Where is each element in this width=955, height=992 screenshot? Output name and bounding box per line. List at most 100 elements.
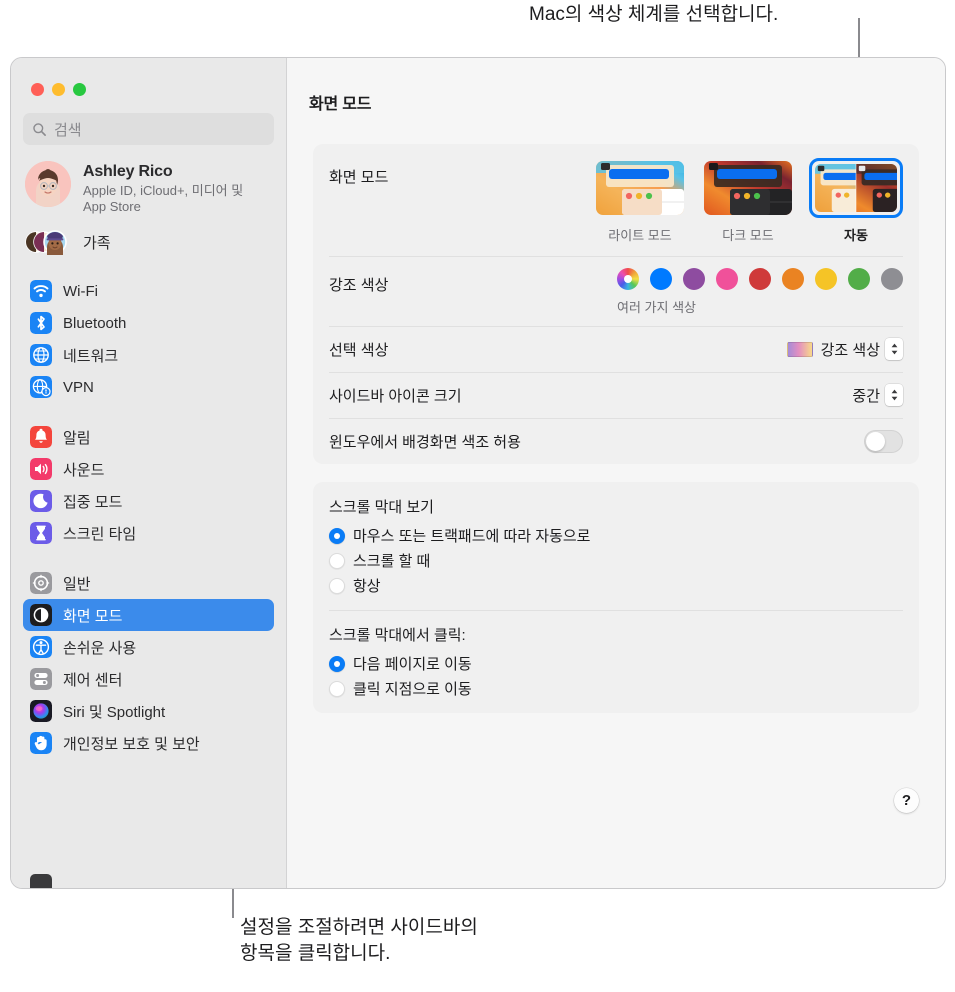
click-scrollbar-title: 스크롤 막대에서 클릭: bbox=[329, 627, 466, 644]
help-button[interactable]: ? bbox=[894, 788, 919, 813]
show-scrollbars-option-2[interactable]: 항상 bbox=[329, 573, 903, 598]
screenshot-root: Mac의 색상 체계를 선택합니다. 설정을 조절하려면 사이드바의 항목을 클… bbox=[0, 0, 955, 992]
sidebar-item-bluetooth[interactable]: Bluetooth bbox=[23, 307, 274, 339]
sidebar-group-0: Wi-Fi Bluetooth 네트워크 VPN bbox=[11, 275, 286, 403]
window-traffic-lights bbox=[11, 58, 286, 96]
toggle-knob bbox=[866, 431, 885, 451]
sidebar-item-네트워크[interactable]: 네트워크 bbox=[23, 339, 274, 371]
accent-swatch-pink[interactable] bbox=[716, 268, 738, 290]
show-scrollbars-title: 스크롤 막대 보기 bbox=[329, 499, 434, 516]
appearance-thumb-wrap-auto bbox=[809, 158, 903, 218]
appearance-mode-label: 화면 모드 bbox=[329, 169, 389, 186]
accent-swatch-multicolor[interactable] bbox=[617, 268, 639, 290]
vpn-globe-icon bbox=[30, 376, 52, 398]
divider bbox=[329, 372, 903, 373]
system-settings-window: 검색 Ashley Rico Apple ID, iCloud+, 미디어 및 … bbox=[10, 57, 946, 889]
appearance-mode-row: 화면 모드 라이트 모드 다크 모드 자동 bbox=[313, 144, 919, 256]
accent-swatch-blue[interactable] bbox=[650, 268, 672, 290]
appearance-mode-auto[interactable]: 자동 bbox=[809, 158, 903, 244]
sidebar-item-알림[interactable]: 알림 bbox=[23, 421, 274, 453]
accent-color-row: 강조 색상 여러 가지 색상 bbox=[313, 256, 919, 326]
scrollbar-card: 스크롤 막대 보기 마우스 또는 트랙패드에 따라 자동으로 스크롤 할 때 항상 … bbox=[313, 482, 919, 713]
search-icon bbox=[33, 122, 46, 136]
show-scrollbars-option-0[interactable]: 마우스 또는 트랙패드에 따라 자동으로 bbox=[329, 523, 903, 548]
minimize-button[interactable] bbox=[52, 83, 65, 96]
appearance-thumb-wrap-dark bbox=[701, 158, 795, 218]
sidebar-icon-size-row: 사이드바 아이콘 크기 중간 bbox=[313, 372, 919, 418]
sidebar-item-label: Bluetooth bbox=[63, 314, 127, 332]
sidebar-item-손쉬운-사용[interactable]: 손쉬운 사용 bbox=[23, 631, 274, 663]
sidebar-item-label: 제어 센터 bbox=[63, 671, 123, 689]
accent-color-swatches bbox=[617, 268, 903, 290]
appearance-thumb-wrap-light bbox=[593, 158, 687, 218]
hourglass-icon bbox=[30, 522, 52, 544]
globe-icon bbox=[30, 344, 52, 366]
sidebar-item-제어-센터[interactable]: 제어 센터 bbox=[23, 663, 274, 695]
accent-swatch-red[interactable] bbox=[749, 268, 771, 290]
control-center-icon bbox=[30, 668, 52, 690]
sidebar-item-개인정보-보호-및-보안[interactable]: 개인정보 보호 및 보안 bbox=[23, 727, 274, 759]
radio-label: 클릭 지점으로 이동 bbox=[353, 681, 472, 698]
accent-swatch-graphite[interactable] bbox=[881, 268, 903, 290]
highlight-color-row: 선택 색상 강조 색상 bbox=[313, 326, 919, 372]
bluetooth-icon bbox=[30, 312, 52, 334]
wallpaper-tint-toggle[interactable] bbox=[864, 429, 903, 453]
chevron-updown-icon bbox=[885, 338, 903, 360]
wallpaper-tint-label: 윈도우에서 배경화면 색조 허용 bbox=[329, 433, 521, 451]
privacy-hand-icon bbox=[30, 732, 52, 754]
show-scrollbars-section: 스크롤 막대 보기 마우스 또는 트랙패드에 따라 자동으로 스크롤 할 때 항상 bbox=[313, 482, 919, 610]
divider bbox=[329, 418, 903, 419]
gear-icon bbox=[30, 572, 52, 594]
close-button[interactable] bbox=[31, 83, 44, 96]
account-name: Ashley Rico bbox=[83, 163, 173, 180]
click-scrollbar-option-0[interactable]: 다음 페이지로 이동 bbox=[329, 651, 903, 676]
appearance-mode-dark[interactable]: 다크 모드 bbox=[701, 158, 795, 244]
accent-swatch-green[interactable] bbox=[848, 268, 870, 290]
radio-button[interactable] bbox=[329, 552, 345, 569]
sidebar-item-집중-모드[interactable]: 집중 모드 bbox=[23, 485, 274, 517]
sidebar-item-label: 알림 bbox=[63, 429, 91, 447]
radio-button[interactable] bbox=[329, 680, 345, 697]
sidebar-item-label: Wi-Fi bbox=[63, 282, 98, 300]
sidebar-item-스크린-타임[interactable]: 스크린 타임 bbox=[23, 517, 274, 549]
sidebar-item-사운드[interactable]: 사운드 bbox=[23, 453, 274, 485]
sidebar-item-vpn[interactable]: VPN bbox=[23, 371, 274, 403]
sidebar-item-siri-및-spotlight[interactable]: Siri 및 Spotlight bbox=[23, 695, 274, 727]
accent-swatch-purple[interactable] bbox=[683, 268, 705, 290]
sidebar-groups: Wi-Fi Bluetooth 네트워크 VPN 알림 사운드 집중 모드 스크… bbox=[11, 275, 286, 759]
sidebar-item-label: 가족 bbox=[83, 234, 111, 252]
sidebar-item-desktop-dock-partial[interactable] bbox=[30, 874, 52, 888]
sidebar-item-wi-fi[interactable]: Wi-Fi bbox=[23, 275, 274, 307]
chevron-updown-icon bbox=[885, 384, 903, 406]
callout-bottom-text: 설정을 조절하려면 사이드바의 항목을 클릭합니다. bbox=[240, 917, 478, 964]
sidebar-item-label: 일반 bbox=[63, 575, 91, 593]
maximize-button[interactable] bbox=[73, 83, 86, 96]
appearance-mode-options: 라이트 모드 다크 모드 자동 bbox=[593, 158, 903, 244]
show-scrollbars-option-1[interactable]: 스크롤 할 때 bbox=[329, 548, 903, 573]
highlight-color-popup[interactable]: 강조 색상 bbox=[786, 338, 903, 360]
show-scrollbars-options: 마우스 또는 트랙패드에 따라 자동으로 스크롤 할 때 항상 bbox=[329, 523, 903, 598]
sidebar-item-일반[interactable]: 일반 bbox=[23, 567, 274, 599]
sidebar-item-화면-모드[interactable]: 화면 모드 bbox=[23, 599, 274, 631]
accent-color-label: 강조 색상 bbox=[329, 277, 389, 294]
sidebar-item-label: Siri 및 Spotlight bbox=[63, 703, 166, 721]
account-subtitle: Apple ID, iCloud+, 미디어 및 App Store bbox=[83, 183, 244, 214]
callout-top-text: Mac의 색상 체계를 선택합니다. bbox=[529, 4, 779, 25]
click-scrollbar-options: 다음 페이지로 이동클릭 지점으로 이동 bbox=[329, 651, 903, 701]
radio-button[interactable] bbox=[329, 655, 345, 672]
search-input[interactable]: 검색 bbox=[23, 113, 274, 145]
accessibility-icon bbox=[30, 636, 52, 658]
accent-swatch-yellow[interactable] bbox=[815, 268, 837, 290]
click-scrollbar-section: 스크롤 막대에서 클릭: 다음 페이지로 이동클릭 지점으로 이동 bbox=[313, 610, 919, 713]
sidebar-item-family[interactable]: 가족 bbox=[11, 215, 286, 257]
sidebar-icon-size-popup[interactable]: 중간 bbox=[852, 384, 903, 406]
radio-button[interactable] bbox=[329, 577, 345, 594]
accent-swatch-orange[interactable] bbox=[782, 268, 804, 290]
radio-button[interactable] bbox=[329, 527, 345, 544]
account-row[interactable]: Ashley Rico Apple ID, iCloud+, 미디어 및 App… bbox=[11, 145, 286, 215]
appearance-mode-light[interactable]: 라이트 모드 bbox=[593, 158, 687, 244]
sidebar: 검색 Ashley Rico Apple ID, iCloud+, 미디어 및 … bbox=[11, 58, 287, 888]
wallpaper-tint-row: 윈도우에서 배경화면 색조 허용 bbox=[313, 418, 919, 464]
click-scrollbar-option-1[interactable]: 클릭 지점으로 이동 bbox=[329, 676, 903, 701]
appearance-thumb-light bbox=[596, 161, 684, 215]
